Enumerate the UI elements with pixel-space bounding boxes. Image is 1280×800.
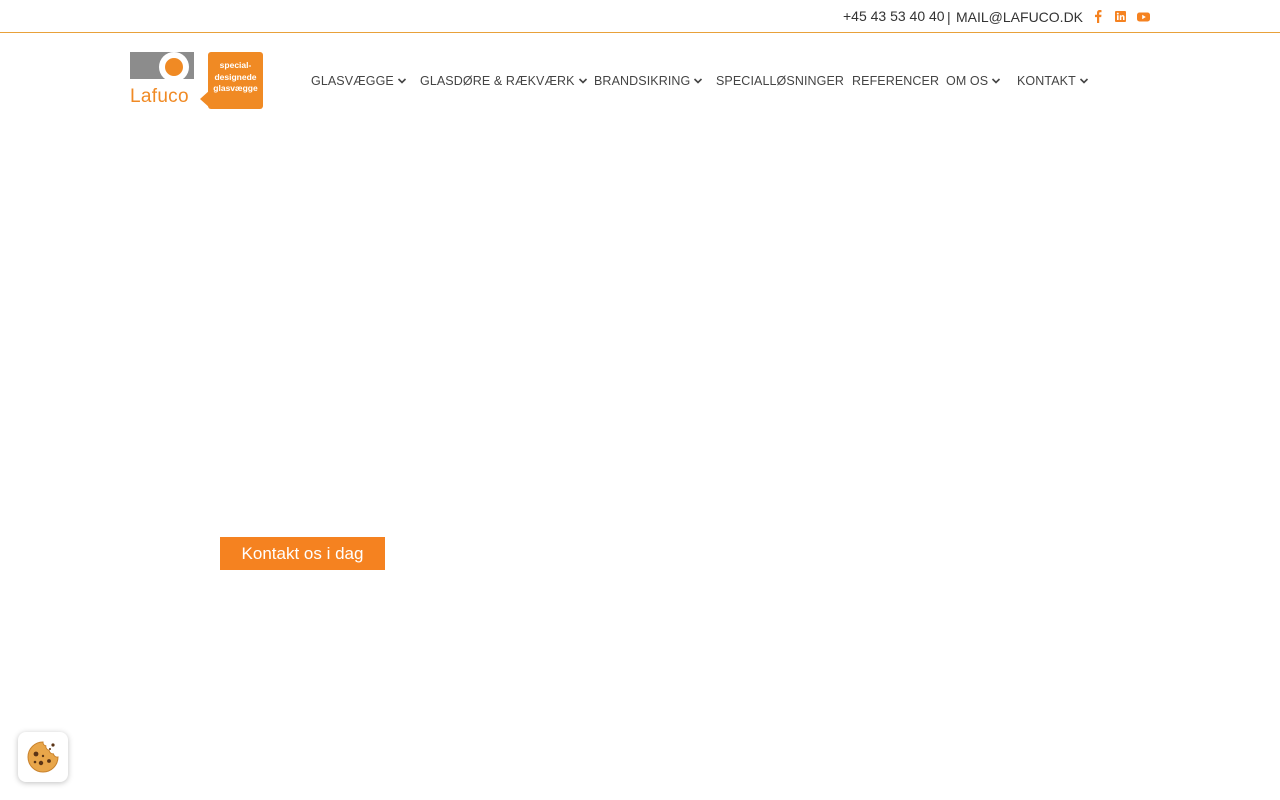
nav-item-om-os[interactable]: OM OS	[946, 74, 1001, 88]
nav-item-label: BRANDSIKRING	[594, 74, 691, 88]
phone-link[interactable]: +45 43 53 40 40	[843, 8, 945, 24]
youtube-icon[interactable]	[1136, 10, 1150, 23]
nav-item-label: REFERENCER	[852, 74, 940, 88]
logo-brand-text: Lafuco	[130, 86, 189, 107]
logo-tagline-line-3: glasvægge	[213, 83, 258, 93]
nav-item-label: GLASDØRE & RÆKVÆRK	[420, 74, 575, 88]
cookie-icon	[27, 741, 59, 773]
chevron-down-icon	[578, 78, 587, 84]
chevron-down-icon	[1079, 78, 1088, 84]
nav-item-glasdoere-raekvaerk[interactable]: GLASDØRE & RÆKVÆRK	[420, 74, 588, 88]
nav-item-label: GLASVÆGGE	[311, 74, 394, 88]
logo-tagline-line-2: designede	[214, 71, 257, 82]
logo-circle-icon	[161, 54, 187, 80]
contact-us-button[interactable]: Kontakt os i dag	[220, 537, 385, 570]
nav-item-label: KONTAKT	[1017, 74, 1076, 88]
logo-tagline-line-1: special-	[219, 60, 252, 70]
linkedin-icon[interactable]	[1113, 10, 1127, 23]
lafuco-logo[interactable]: special- designede glasvægge Lafuco	[130, 52, 263, 110]
nav-item-referencer[interactable]: REFERENCER	[852, 74, 939, 88]
email-link[interactable]: MAIL@LAFUCO.DK	[956, 9, 1083, 25]
nav-item-label: OM OS	[946, 74, 989, 88]
logo-tagline: special- designede glasvægge	[208, 60, 263, 95]
nav-item-brandsikring[interactable]: BRANDSIKRING	[594, 74, 703, 88]
nav-item-label: SPECIALLØSNINGER	[716, 74, 845, 88]
nav-item-specialloesninger[interactable]: SPECIALLØSNINGER	[716, 74, 844, 88]
cookie-settings-button[interactable]	[18, 732, 68, 782]
nav-item-kontakt[interactable]: KONTAKT	[1017, 74, 1089, 88]
top-bar: +45 43 53 40 40 | MAIL@LAFUCO.DK	[0, 0, 1280, 33]
contact-separator: |	[947, 9, 951, 25]
chevron-down-icon	[397, 78, 406, 84]
facebook-icon[interactable]	[1091, 10, 1105, 23]
chevron-down-icon	[992, 78, 1001, 84]
chevron-down-icon	[694, 78, 703, 84]
nav-item-glasvaegge[interactable]: GLASVÆGGE	[311, 74, 407, 88]
